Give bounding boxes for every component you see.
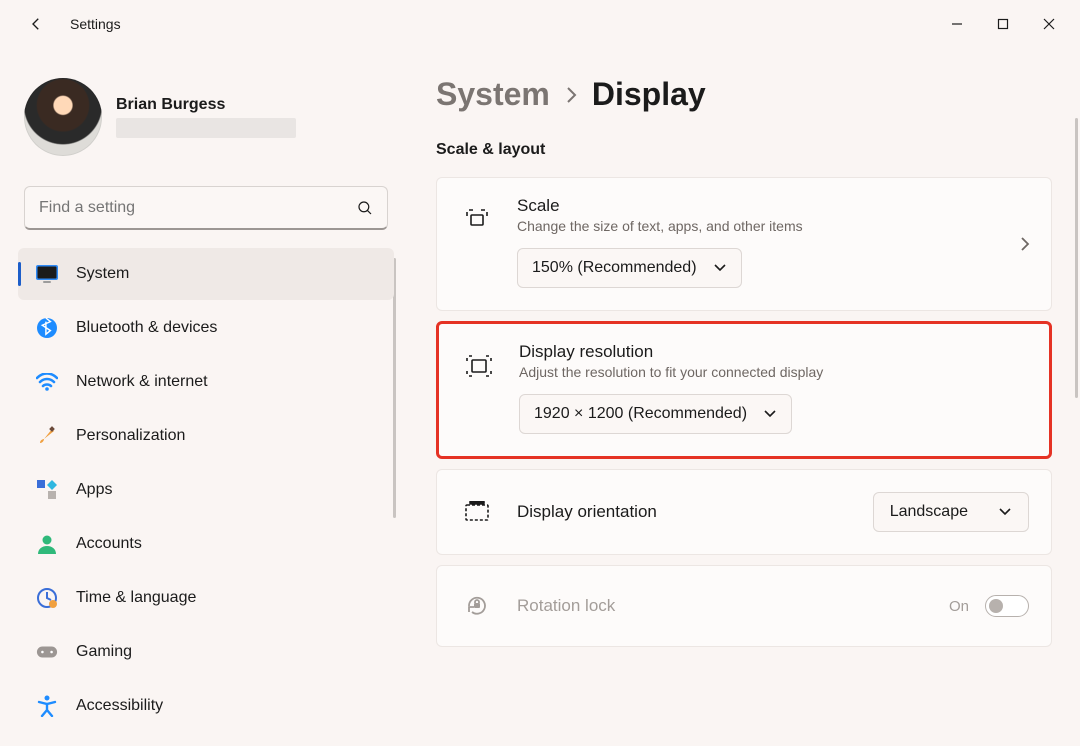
- main-scrollbar[interactable]: [1075, 118, 1078, 398]
- accessibility-icon: [36, 695, 58, 717]
- gamepad-icon: [36, 641, 58, 663]
- profile-block[interactable]: Brian Burgess: [18, 66, 394, 180]
- sidebar-item-time-language[interactable]: Time & language: [18, 572, 394, 624]
- resolution-dropdown[interactable]: 1920 × 1200 (Recommended): [519, 394, 792, 434]
- section-scale-layout: Scale & layout: [436, 141, 1052, 159]
- rotation-lock-card: Rotation lock On: [436, 565, 1052, 647]
- orientation-dropdown[interactable]: Landscape: [873, 492, 1029, 532]
- breadcrumb: System Display: [436, 76, 1052, 113]
- orientation-icon: [459, 494, 495, 530]
- back-button[interactable]: [20, 8, 52, 40]
- search-box[interactable]: [24, 186, 388, 230]
- sidebar-item-system[interactable]: System: [18, 248, 394, 300]
- resolution-subtitle: Adjust the resolution to fit your connec…: [519, 364, 1027, 380]
- clock-globe-icon: [36, 587, 58, 609]
- system-icon: [36, 263, 58, 285]
- rotation-lock-toggle: [985, 595, 1029, 617]
- rotation-lock-state: On: [949, 598, 969, 615]
- sidebar-item-label: Network & internet: [76, 373, 208, 391]
- person-icon: [36, 533, 58, 555]
- sidebar-item-bluetooth[interactable]: Bluetooth & devices: [18, 302, 394, 354]
- sidebar-item-personalization[interactable]: Personalization: [18, 410, 394, 462]
- minimize-button[interactable]: [934, 8, 980, 40]
- sidebar-item-accessibility[interactable]: Accessibility: [18, 680, 394, 732]
- sidebar-item-network[interactable]: Network & internet: [18, 356, 394, 408]
- sidebar-item-label: Bluetooth & devices: [76, 319, 217, 337]
- close-button[interactable]: [1026, 8, 1072, 40]
- sidebar-item-label: Accessibility: [76, 697, 163, 715]
- orientation-value: Landscape: [890, 503, 968, 521]
- sidebar-item-gaming[interactable]: Gaming: [18, 626, 394, 678]
- sidebar-item-label: Gaming: [76, 643, 132, 661]
- sidebar-item-label: Accounts: [76, 535, 142, 553]
- avatar: [24, 78, 102, 156]
- window-title: Settings: [70, 16, 121, 32]
- bluetooth-icon: [36, 317, 58, 339]
- scale-subtitle: Change the size of text, apps, and other…: [517, 218, 1029, 234]
- orientation-title: Display orientation: [517, 502, 851, 522]
- display-resolution-card[interactable]: Display resolution Adjust the resolution…: [436, 321, 1052, 459]
- search-icon: [356, 199, 374, 217]
- chevron-down-icon: [998, 507, 1012, 517]
- search-input[interactable]: [24, 186, 388, 230]
- sidebar: Brian Burgess System Bluetoo: [0, 48, 400, 746]
- main-panel: System Display Scale & layout Scale Chan…: [400, 48, 1080, 746]
- apps-icon: [36, 479, 58, 501]
- sidebar-item-apps[interactable]: Apps: [18, 464, 394, 516]
- profile-email-placeholder: [116, 118, 296, 138]
- sidebar-item-label: Personalization: [76, 427, 185, 445]
- sidebar-item-accounts[interactable]: Accounts: [18, 518, 394, 570]
- nav-list: System Bluetooth & devices Network & int…: [18, 248, 394, 732]
- chevron-right-icon[interactable]: [1019, 235, 1031, 253]
- chevron-right-icon: [564, 86, 578, 104]
- sidebar-item-label: Apps: [76, 481, 112, 499]
- sidebar-item-label: Time & language: [76, 589, 196, 607]
- wifi-icon: [36, 371, 58, 393]
- scale-card[interactable]: Scale Change the size of text, apps, and…: [436, 177, 1052, 311]
- window-controls: [934, 8, 1072, 40]
- chevron-down-icon: [713, 263, 727, 273]
- scale-value: 150% (Recommended): [532, 259, 697, 277]
- sidebar-item-label: System: [76, 265, 129, 283]
- maximize-button[interactable]: [980, 8, 1026, 40]
- rotation-lock-icon: [459, 588, 495, 624]
- resolution-value: 1920 × 1200 (Recommended): [534, 405, 747, 423]
- profile-name: Brian Burgess: [116, 96, 296, 114]
- chevron-down-icon: [763, 409, 777, 419]
- scale-icon: [459, 202, 495, 238]
- resolution-icon: [461, 348, 497, 384]
- scale-dropdown[interactable]: 150% (Recommended): [517, 248, 742, 288]
- breadcrumb-current: Display: [592, 76, 706, 113]
- orientation-card[interactable]: Display orientation Landscape: [436, 469, 1052, 555]
- brush-icon: [36, 425, 58, 447]
- breadcrumb-parent[interactable]: System: [436, 76, 550, 113]
- titlebar: Settings: [0, 0, 1080, 48]
- scale-title: Scale: [517, 196, 1029, 216]
- rotation-lock-title: Rotation lock: [517, 596, 927, 616]
- resolution-title: Display resolution: [519, 342, 1027, 362]
